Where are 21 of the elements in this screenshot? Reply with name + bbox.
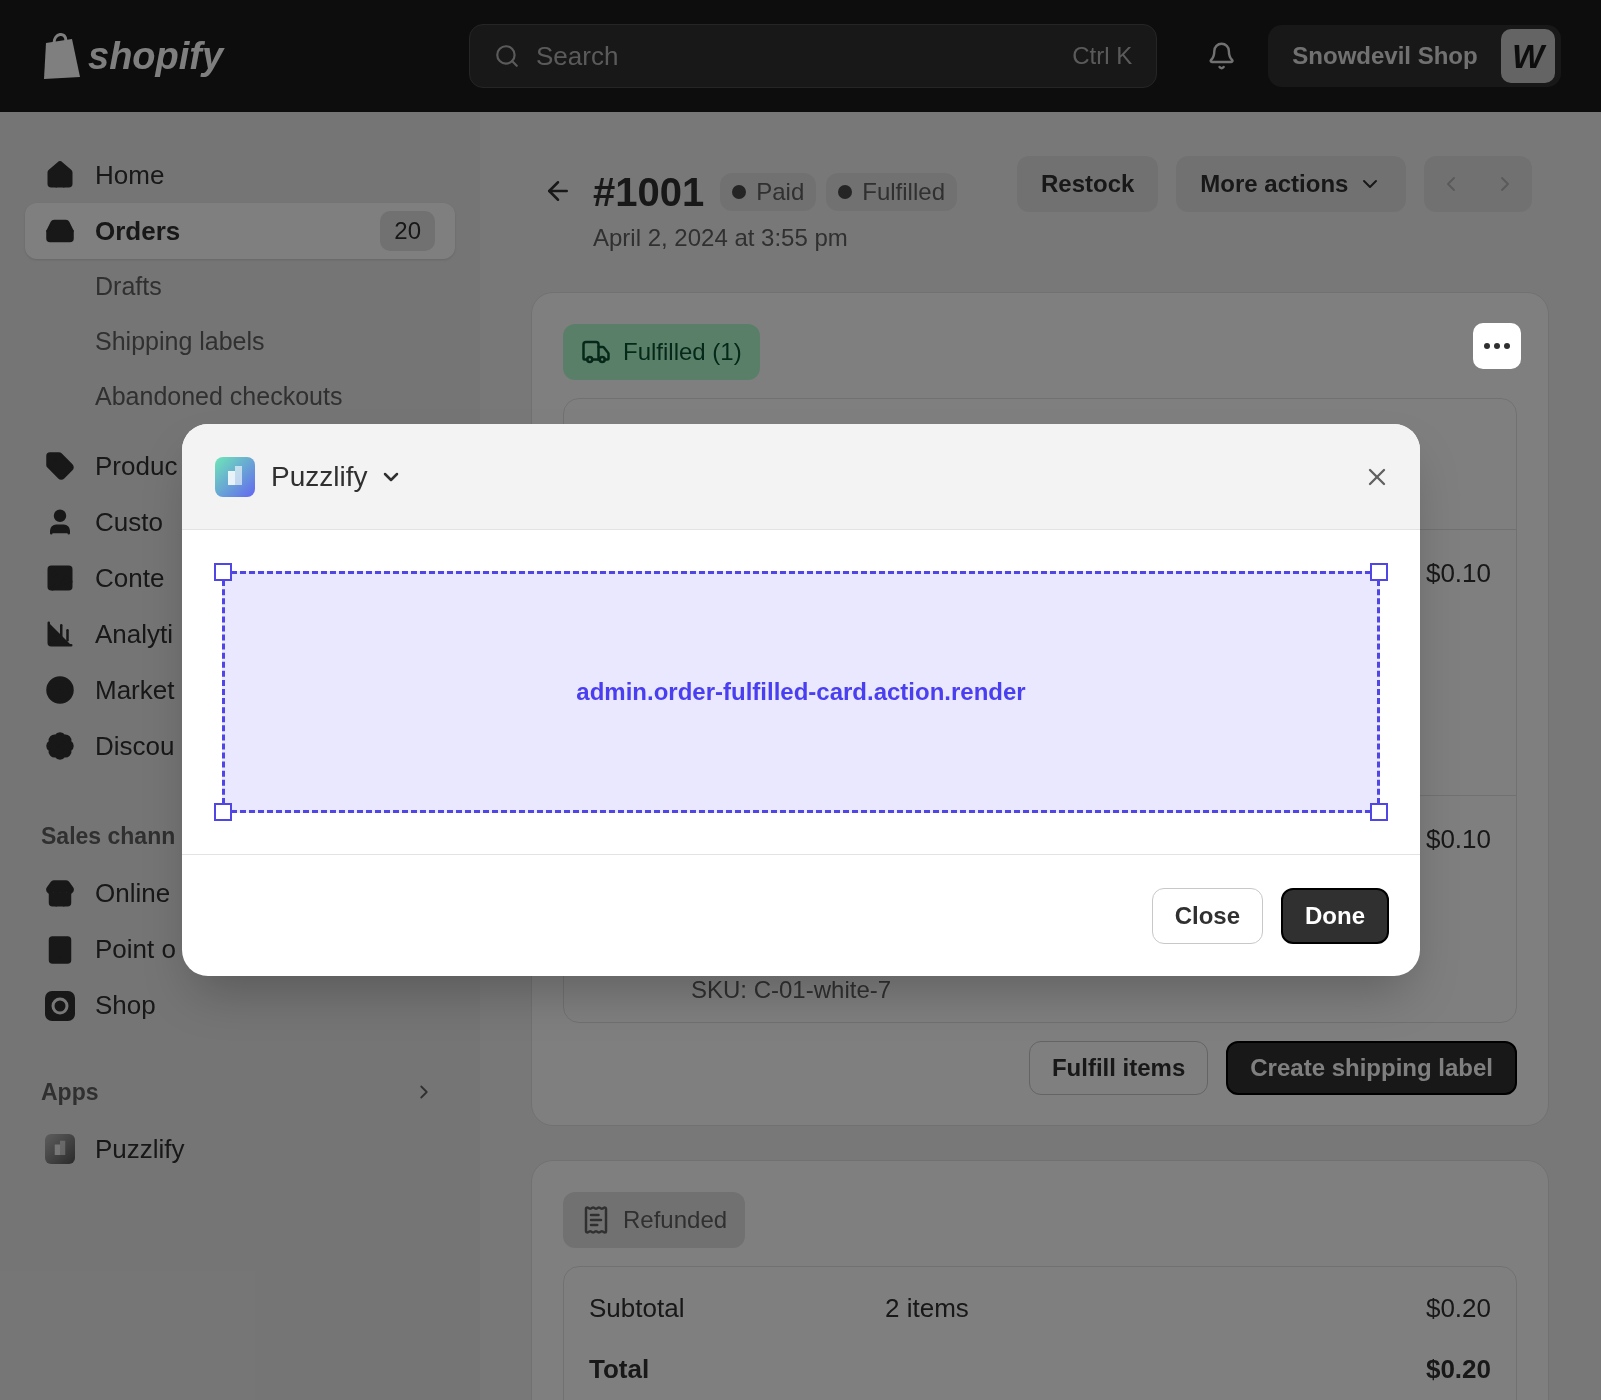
- keyboard-shortcut: Ctrl K: [1072, 41, 1133, 71]
- sku-text: SKU: C-01-white-7: [691, 975, 893, 1005]
- status-badge: Paid: [720, 173, 817, 211]
- price: $0.10: [1425, 557, 1491, 590]
- logo-wordmark: shopify: [88, 33, 224, 79]
- summary-amount: $0.20: [1425, 1353, 1491, 1386]
- price: $0.10: [1425, 823, 1491, 856]
- summary-label: Subtotal: [589, 1292, 686, 1325]
- refunded-badge: Refunded: [563, 1192, 746, 1248]
- order-date: April 2, 2024 at 3:55 pm: [593, 223, 849, 253]
- store-avatar: W: [1501, 29, 1555, 83]
- summary-amount: $0.20: [1425, 1292, 1491, 1325]
- fulfilled-badge: Fulfilled (1): [563, 324, 760, 380]
- count-badge: 20: [380, 211, 435, 251]
- section-heading: Apps: [41, 1077, 99, 1107]
- status-badge: Fulfilled: [826, 173, 957, 211]
- order-number: #1001: [593, 169, 705, 216]
- summary-detail: 2 items: [885, 1292, 969, 1325]
- summary-label: Total: [589, 1353, 651, 1386]
- extension-target: admin.order-fulfilled-card.action.render: [576, 677, 1026, 707]
- section-heading: Sales chann: [40, 822, 177, 851]
